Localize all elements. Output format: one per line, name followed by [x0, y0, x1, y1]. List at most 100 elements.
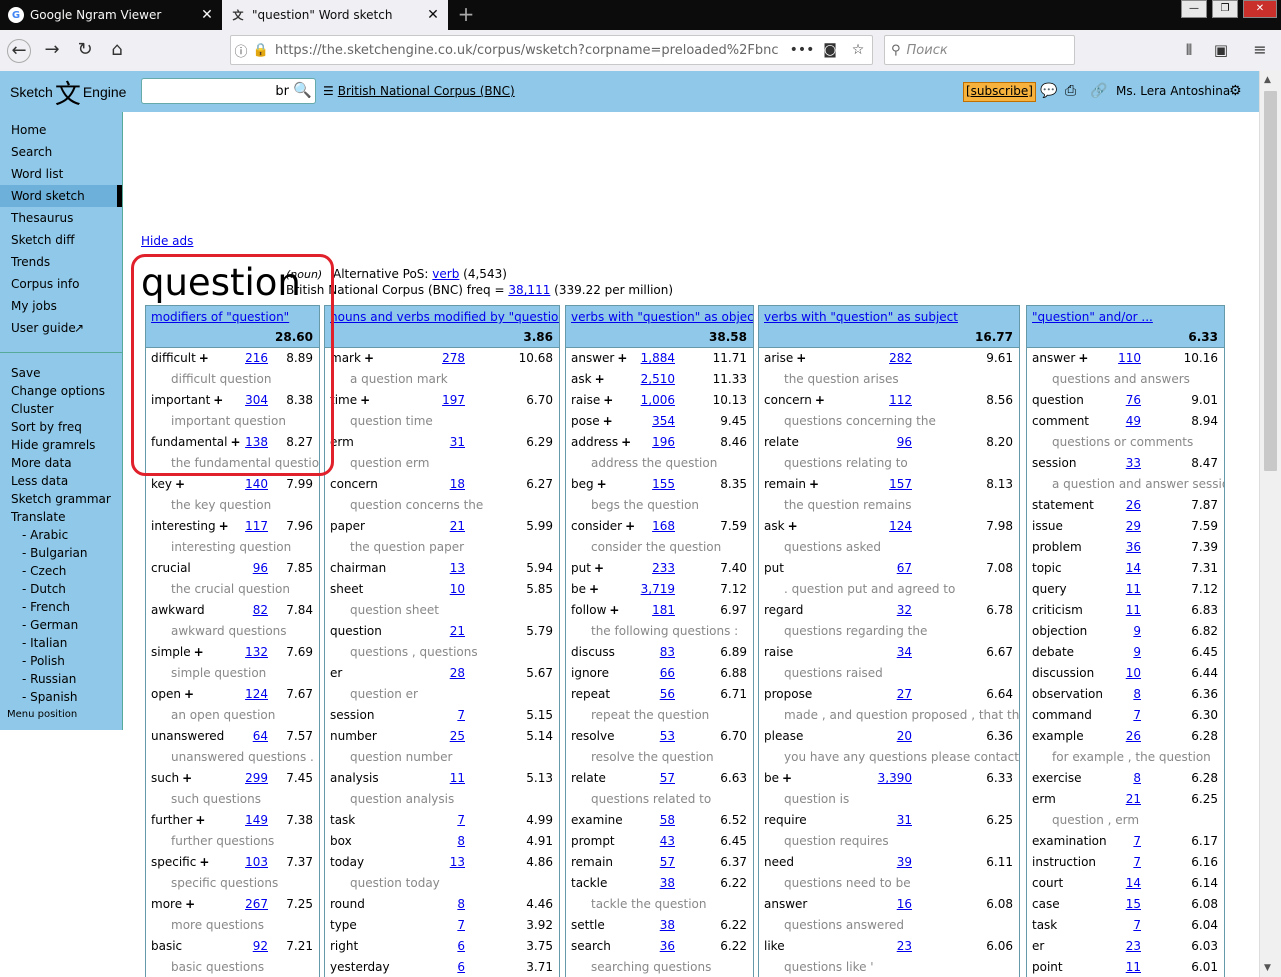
gramrel-title-link[interactable]: verbs with "question" as subject: [764, 310, 958, 324]
sidebar-lang-dutch[interactable]: - Dutch: [22, 582, 66, 596]
collocate-word[interactable]: criticism: [1032, 603, 1083, 617]
expand-plus-icon[interactable]: +: [213, 393, 223, 407]
collocate-word[interactable]: difficult +: [151, 351, 209, 365]
frequency-link[interactable]: 57: [631, 855, 675, 869]
collocate-word[interactable]: issue: [1032, 519, 1063, 533]
frequency-link[interactable]: 67: [868, 561, 912, 575]
collocate-word[interactable]: arise +: [764, 351, 806, 365]
frequency-link[interactable]: 8: [421, 897, 465, 911]
expand-plus-icon[interactable]: +: [815, 393, 825, 407]
sidebar-lang-russian[interactable]: - Russian: [22, 672, 76, 686]
sidebar-item-word-list[interactable]: Word list: [11, 167, 63, 181]
collocate-word[interactable]: repeat: [571, 687, 610, 701]
frequency-link[interactable]: 26: [1097, 498, 1141, 512]
expand-plus-icon[interactable]: +: [788, 519, 798, 533]
frequency-link[interactable]: 21: [421, 519, 465, 533]
collocate-word[interactable]: problem: [1032, 540, 1082, 554]
frequency-link[interactable]: 6: [421, 960, 465, 974]
collocate-word[interactable]: question: [330, 624, 382, 638]
collocate-word[interactable]: relate: [571, 771, 606, 785]
frequency-link[interactable]: 21: [1097, 792, 1141, 806]
frequency-link[interactable]: 26: [1097, 729, 1141, 743]
collocate-word[interactable]: answer: [764, 897, 807, 911]
expand-plus-icon[interactable]: +: [199, 351, 209, 365]
sketch-engine-logo[interactable]: Sketch 文 Engine: [10, 77, 126, 110]
frequency-link[interactable]: 34: [868, 645, 912, 659]
frequency-link[interactable]: 32: [868, 603, 912, 617]
sidebar-item-trends[interactable]: Trends: [11, 255, 50, 269]
frequency-link[interactable]: 110: [1097, 351, 1141, 365]
frequency-link[interactable]: 96: [868, 435, 912, 449]
expand-plus-icon[interactable]: +: [603, 414, 613, 428]
collocate-word[interactable]: comment: [1032, 414, 1089, 428]
frequency-link[interactable]: 8: [1097, 771, 1141, 785]
scroll-up-icon[interactable]: ▲: [1264, 75, 1271, 85]
frequency-link[interactable]: 18: [421, 477, 465, 491]
expand-plus-icon[interactable]: +: [597, 477, 607, 491]
frequency-link[interactable]: 7: [1097, 855, 1141, 869]
collocate-word[interactable]: session: [330, 708, 374, 722]
collocate-word[interactable]: observation: [1032, 687, 1103, 701]
sidebar-item-home[interactable]: Home: [11, 123, 46, 137]
collocate-word[interactable]: remain +: [764, 477, 819, 491]
expand-plus-icon[interactable]: +: [199, 855, 209, 869]
collocate-word[interactable]: more +: [151, 897, 195, 911]
collocate-word[interactable]: answer +: [571, 351, 627, 365]
back-arrow-icon[interactable]: ←: [7, 39, 31, 63]
frequency-link[interactable]: 216: [224, 351, 268, 365]
collocate-word[interactable]: time +: [330, 393, 370, 407]
search-icon[interactable]: 🔍: [293, 81, 312, 99]
sidebar-action-translate[interactable]: Translate: [11, 510, 66, 524]
collocate-word[interactable]: beg +: [571, 477, 607, 491]
collocate-word[interactable]: ask +: [571, 372, 605, 386]
collocate-word[interactable]: pose +: [571, 414, 613, 428]
collocate-word[interactable]: consider +: [571, 519, 635, 533]
frequency-link[interactable]: 168: [631, 519, 675, 533]
frequency-link[interactable]: 9: [1097, 645, 1141, 659]
collocate-word[interactable]: query: [1032, 582, 1067, 596]
sidebar-item-corpus-info[interactable]: Corpus info: [11, 277, 79, 291]
gramrel-title-link[interactable]: modifiers of "question": [151, 310, 289, 324]
frequency-link[interactable]: 7: [1097, 708, 1141, 722]
collocate-word[interactable]: topic: [1032, 561, 1062, 575]
frequency-link[interactable]: 38: [631, 918, 675, 932]
expand-plus-icon[interactable]: +: [594, 561, 604, 575]
frequency-link[interactable]: 124: [868, 519, 912, 533]
collocate-word[interactable]: follow +: [571, 603, 619, 617]
collocate-word[interactable]: er: [330, 666, 342, 680]
sidebar-action-sort-by-freq[interactable]: Sort by freq: [11, 420, 82, 434]
collocate-word[interactable]: ignore: [571, 666, 609, 680]
frequency-link[interactable]: 299: [224, 771, 268, 785]
sidebar-item-sketch-diff[interactable]: Sketch diff: [11, 233, 74, 247]
pocket-icon[interactable]: ◙: [816, 42, 844, 58]
sidebar-action-hide-gramrels[interactable]: Hide gramrels: [11, 438, 95, 452]
collocate-word[interactable]: question: [1032, 393, 1084, 407]
collocate-word[interactable]: be +: [764, 771, 792, 785]
frequency-link[interactable]: 29: [1097, 519, 1141, 533]
frequency-link[interactable]: 1,884: [631, 351, 675, 365]
forward-arrow-icon[interactable]: →: [40, 39, 64, 63]
expand-plus-icon[interactable]: +: [364, 351, 374, 365]
sidebar-item-user-guide[interactable]: User guide: [11, 321, 76, 335]
collocate-word[interactable]: such +: [151, 771, 192, 785]
collocate-word[interactable]: relate: [764, 435, 799, 449]
frequency-link[interactable]: 43: [631, 834, 675, 848]
frequency-link[interactable]: 6: [421, 939, 465, 953]
collocate-word[interactable]: chairman: [330, 561, 386, 575]
collocate-word[interactable]: concern +: [764, 393, 825, 407]
collocate-word[interactable]: search: [571, 939, 611, 953]
frequency-link[interactable]: 7: [421, 813, 465, 827]
collocate-word[interactable]: address +: [571, 435, 631, 449]
collocate-word[interactable]: awkward: [151, 603, 205, 617]
frequency-link[interactable]: 14: [1097, 876, 1141, 890]
collocate-word[interactable]: remain: [571, 855, 613, 869]
frequency-link[interactable]: 20: [868, 729, 912, 743]
frequency-link[interactable]: 112: [868, 393, 912, 407]
expand-plus-icon[interactable]: +: [185, 897, 195, 911]
frequency-link[interactable]: 10: [1097, 666, 1141, 680]
frequency-link[interactable]: 10: [421, 582, 465, 596]
browser-search-input[interactable]: ⚲ Поиск: [884, 35, 1075, 65]
collocate-word[interactable]: erm: [1032, 792, 1056, 806]
sidebar-toggle-icon[interactable]: ▣: [1209, 39, 1233, 63]
collocate-word[interactable]: example: [1032, 729, 1084, 743]
